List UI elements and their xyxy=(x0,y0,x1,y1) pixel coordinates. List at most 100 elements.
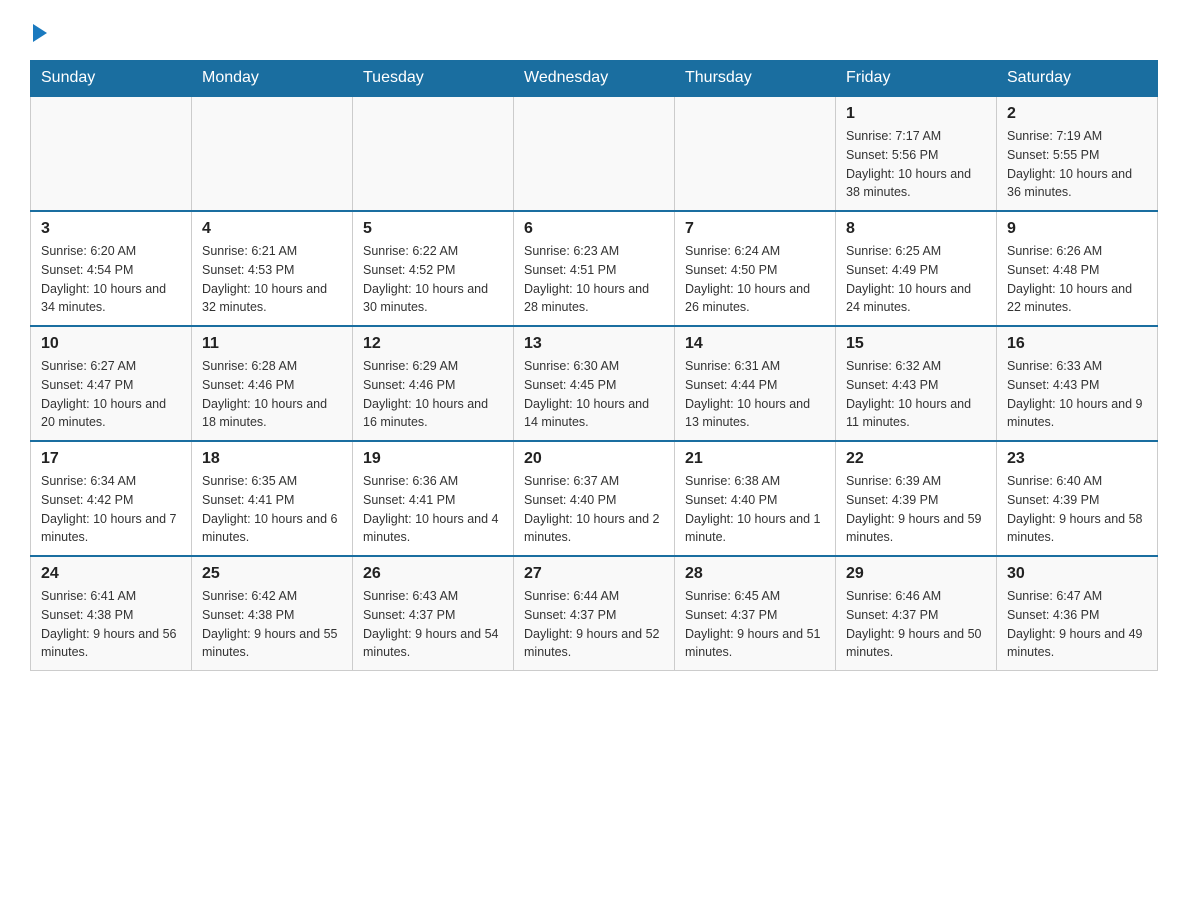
day-info: Sunrise: 6:47 AM Sunset: 4:36 PM Dayligh… xyxy=(1007,587,1147,662)
calendar-week-row: 3Sunrise: 6:20 AM Sunset: 4:54 PM Daylig… xyxy=(31,211,1158,326)
day-number: 22 xyxy=(846,450,986,468)
day-number: 11 xyxy=(202,335,342,353)
calendar-cell: 23Sunrise: 6:40 AM Sunset: 4:39 PM Dayli… xyxy=(997,441,1158,556)
day-info: Sunrise: 6:22 AM Sunset: 4:52 PM Dayligh… xyxy=(363,242,503,317)
weekday-header-friday: Friday xyxy=(836,61,997,97)
calendar-cell: 15 Sunrise: 6:32 AM Sunset: 4:43 PM Dayli… xyxy=(836,326,997,441)
day-info: Sunrise: 6:46 AM Sunset: 4:37 PM Dayligh… xyxy=(846,587,986,662)
day-number: 26 xyxy=(363,565,503,583)
day-number: 14 xyxy=(685,335,825,353)
day-info: Sunrise: 6:41 AM Sunset: 4:38 PM Dayligh… xyxy=(41,587,181,662)
calendar-week-row: 10Sunrise: 6:27 AM Sunset: 4:47 PM Dayli… xyxy=(31,326,1158,441)
day-info: Sunrise: 6:38 AM Sunset: 4:40 PM Dayligh… xyxy=(685,472,825,547)
day-number: 28 xyxy=(685,565,825,583)
weekday-header-saturday: Saturday xyxy=(997,61,1158,97)
calendar-cell: 11 Sunrise: 6:28 AM Sunset: 4:46 PM Dayli… xyxy=(192,326,353,441)
day-info: Sunrise: 6:26 AM Sunset: 4:48 PM Dayligh… xyxy=(1007,242,1147,317)
calendar-table: SundayMondayTuesdayWednesdayThursdayFrid… xyxy=(30,60,1158,671)
day-info: Sunrise: 7:19 AM Sunset: 5:55 PM Dayligh… xyxy=(1007,127,1147,202)
calendar-body: 1Sunrise: 7:17 AM Sunset: 5:56 PM Daylig… xyxy=(31,96,1158,671)
calendar-cell: 20Sunrise: 6:37 AM Sunset: 4:40 PM Dayli… xyxy=(514,441,675,556)
calendar-cell: 25 Sunrise: 6:42 AM Sunset: 4:38 PM Dayli… xyxy=(192,556,353,671)
calendar-cell: 30 Sunrise: 6:47 AM Sunset: 4:36 PM Dayli… xyxy=(997,556,1158,671)
weekday-header-sunday: Sunday xyxy=(31,61,192,97)
calendar-cell: 27 Sunrise: 6:44 AM Sunset: 4:37 PM Dayli… xyxy=(514,556,675,671)
calendar-cell: 7 Sunrise: 6:24 AM Sunset: 4:50 PM Daylig… xyxy=(675,211,836,326)
day-number: 15 xyxy=(846,335,986,353)
day-info: Sunrise: 6:24 AM Sunset: 4:50 PM Dayligh… xyxy=(685,242,825,317)
day-info: Sunrise: 6:25 AM Sunset: 4:49 PM Dayligh… xyxy=(846,242,986,317)
day-info: Sunrise: 6:44 AM Sunset: 4:37 PM Dayligh… xyxy=(524,587,664,662)
calendar-cell: 9 Sunrise: 6:26 AM Sunset: 4:48 PM Daylig… xyxy=(997,211,1158,326)
day-number: 12 xyxy=(363,335,503,353)
calendar-cell xyxy=(192,96,353,211)
page-header xyxy=(30,24,1158,42)
day-info: Sunrise: 6:30 AM Sunset: 4:45 PM Dayligh… xyxy=(524,357,664,432)
day-info: Sunrise: 6:37 AM Sunset: 4:40 PM Dayligh… xyxy=(524,472,664,547)
day-info: Sunrise: 6:35 AM Sunset: 4:41 PM Dayligh… xyxy=(202,472,342,547)
day-info: Sunrise: 7:17 AM Sunset: 5:56 PM Dayligh… xyxy=(846,127,986,202)
day-info: Sunrise: 6:28 AM Sunset: 4:46 PM Dayligh… xyxy=(202,357,342,432)
day-number: 19 xyxy=(363,450,503,468)
calendar-cell xyxy=(514,96,675,211)
day-number: 29 xyxy=(846,565,986,583)
day-info: Sunrise: 6:31 AM Sunset: 4:44 PM Dayligh… xyxy=(685,357,825,432)
day-number: 18 xyxy=(202,450,342,468)
day-info: Sunrise: 6:36 AM Sunset: 4:41 PM Dayligh… xyxy=(363,472,503,547)
calendar-cell: 19 Sunrise: 6:36 AM Sunset: 4:41 PM Dayli… xyxy=(353,441,514,556)
calendar-cell: 10Sunrise: 6:27 AM Sunset: 4:47 PM Dayli… xyxy=(31,326,192,441)
weekday-header-wednesday: Wednesday xyxy=(514,61,675,97)
calendar-cell: 22Sunrise: 6:39 AM Sunset: 4:39 PM Dayli… xyxy=(836,441,997,556)
day-number: 6 xyxy=(524,220,664,238)
weekday-header-monday: Monday xyxy=(192,61,353,97)
day-number: 21 xyxy=(685,450,825,468)
day-info: Sunrise: 6:20 AM Sunset: 4:54 PM Dayligh… xyxy=(41,242,181,317)
day-number: 24 xyxy=(41,565,181,583)
calendar-cell: 13 Sunrise: 6:30 AM Sunset: 4:45 PM Dayli… xyxy=(514,326,675,441)
day-info: Sunrise: 6:42 AM Sunset: 4:38 PM Dayligh… xyxy=(202,587,342,662)
calendar-week-row: 24 Sunrise: 6:41 AM Sunset: 4:38 PM Dayli… xyxy=(31,556,1158,671)
calendar-cell: 14 Sunrise: 6:31 AM Sunset: 4:44 PM Dayli… xyxy=(675,326,836,441)
day-number: 27 xyxy=(524,565,664,583)
day-number: 13 xyxy=(524,335,664,353)
day-info: Sunrise: 6:40 AM Sunset: 4:39 PM Dayligh… xyxy=(1007,472,1147,547)
day-info: Sunrise: 6:29 AM Sunset: 4:46 PM Dayligh… xyxy=(363,357,503,432)
calendar-week-row: 1Sunrise: 7:17 AM Sunset: 5:56 PM Daylig… xyxy=(31,96,1158,211)
calendar-cell xyxy=(353,96,514,211)
calendar-cell: 29 Sunrise: 6:46 AM Sunset: 4:37 PM Dayli… xyxy=(836,556,997,671)
day-info: Sunrise: 6:45 AM Sunset: 4:37 PM Dayligh… xyxy=(685,587,825,662)
day-number: 8 xyxy=(846,220,986,238)
calendar-cell xyxy=(675,96,836,211)
calendar-cell: 2 Sunrise: 7:19 AM Sunset: 5:55 PM Daylig… xyxy=(997,96,1158,211)
weekday-header-row: SundayMondayTuesdayWednesdayThursdayFrid… xyxy=(31,61,1158,97)
calendar-cell: 8 Sunrise: 6:25 AM Sunset: 4:49 PM Daylig… xyxy=(836,211,997,326)
day-number: 9 xyxy=(1007,220,1147,238)
day-info: Sunrise: 6:43 AM Sunset: 4:37 PM Dayligh… xyxy=(363,587,503,662)
calendar-cell: 21 Sunrise: 6:38 AM Sunset: 4:40 PM Dayli… xyxy=(675,441,836,556)
day-number: 5 xyxy=(363,220,503,238)
calendar-cell: 26 Sunrise: 6:43 AM Sunset: 4:37 PM Dayli… xyxy=(353,556,514,671)
calendar-cell: 3Sunrise: 6:20 AM Sunset: 4:54 PM Daylig… xyxy=(31,211,192,326)
calendar-header: SundayMondayTuesdayWednesdayThursdayFrid… xyxy=(31,61,1158,97)
day-number: 30 xyxy=(1007,565,1147,583)
day-number: 25 xyxy=(202,565,342,583)
calendar-cell: 18 Sunrise: 6:35 AM Sunset: 4:41 PM Dayli… xyxy=(192,441,353,556)
logo-blue-text xyxy=(30,24,47,42)
calendar-cell: 4 Sunrise: 6:21 AM Sunset: 4:53 PM Daylig… xyxy=(192,211,353,326)
weekday-header-thursday: Thursday xyxy=(675,61,836,97)
day-info: Sunrise: 6:21 AM Sunset: 4:53 PM Dayligh… xyxy=(202,242,342,317)
calendar-cell: 28 Sunrise: 6:45 AM Sunset: 4:37 PM Dayli… xyxy=(675,556,836,671)
calendar-cell: 5 Sunrise: 6:22 AM Sunset: 4:52 PM Daylig… xyxy=(353,211,514,326)
day-number: 2 xyxy=(1007,105,1147,123)
day-number: 7 xyxy=(685,220,825,238)
day-info: Sunrise: 6:33 AM Sunset: 4:43 PM Dayligh… xyxy=(1007,357,1147,432)
day-number: 4 xyxy=(202,220,342,238)
calendar-cell: 16Sunrise: 6:33 AM Sunset: 4:43 PM Dayli… xyxy=(997,326,1158,441)
calendar-cell: 1Sunrise: 7:17 AM Sunset: 5:56 PM Daylig… xyxy=(836,96,997,211)
calendar-cell: 17Sunrise: 6:34 AM Sunset: 4:42 PM Dayli… xyxy=(31,441,192,556)
calendar-cell xyxy=(31,96,192,211)
calendar-cell: 6Sunrise: 6:23 AM Sunset: 4:51 PM Daylig… xyxy=(514,211,675,326)
day-number: 17 xyxy=(41,450,181,468)
day-info: Sunrise: 6:32 AM Sunset: 4:43 PM Dayligh… xyxy=(846,357,986,432)
logo xyxy=(30,24,47,42)
